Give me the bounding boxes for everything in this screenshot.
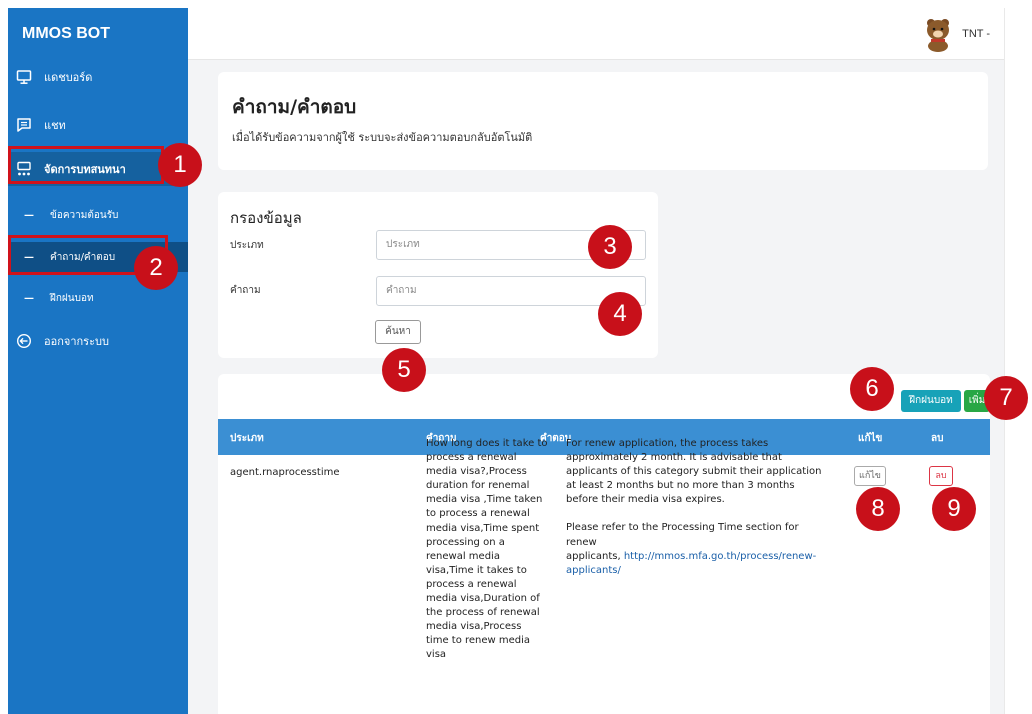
- sidebar-item-dashboard[interactable]: แดชบอร์ด: [8, 60, 188, 94]
- dash-icon: —: [24, 292, 34, 304]
- annotation-badge: 5: [382, 348, 426, 392]
- sidebar-subitem-label: ฝึกฝนบอท: [50, 292, 94, 304]
- train-bot-button[interactable]: ฝึกฝนบอท: [901, 390, 961, 412]
- sidebar-item-logout[interactable]: ออกจากระบบ: [8, 324, 188, 358]
- monitor-icon: [16, 69, 32, 85]
- column-header: แก้ไข: [858, 433, 883, 444]
- search-button[interactable]: ค้นหา: [375, 320, 421, 344]
- text-line: For renew application, the process takes: [566, 438, 769, 449]
- user-name: TNT -: [962, 28, 990, 40]
- brand-title: MMOS BOT: [22, 25, 110, 42]
- text-line: visa: [426, 649, 447, 661]
- text-line: time to renew media: [426, 635, 531, 647]
- text-line: at least 2 months but no more than 3 mon…: [566, 480, 795, 492]
- delete-button[interactable]: ลบ: [929, 466, 953, 486]
- text-line: How long does it take to: [426, 438, 548, 449]
- cell-question: How long does it take to process a renewa…: [426, 437, 551, 663]
- sidebar: MMOS BOT แดชบอร์ด แชท จัดการบทสนทนา — ข้…: [8, 8, 188, 714]
- page-description: เมื่อได้รับข้อความจากผู้ใช้ ระบบจะส่งข้อ…: [232, 131, 533, 144]
- table-card: ฝึกฝนบอท เพิ่ม ประเภท คำถาม คำตอบ แก้ไข …: [218, 374, 990, 714]
- sidebar-subitem-welcome[interactable]: — ข้อความต้อนรับ: [8, 200, 188, 230]
- chat-icon: [16, 117, 32, 133]
- answer-reference: Please refer to the Processing Time sect…: [566, 521, 846, 577]
- text-line: process a renewal: [426, 578, 517, 590]
- annotation-badge: 4: [598, 292, 642, 336]
- text-line: media visa ,Time taken: [426, 494, 543, 506]
- type-label: ประเภท: [230, 240, 264, 251]
- sidebar-item-label: แดชบอร์ด: [44, 71, 93, 84]
- text-line: process a renewal: [426, 452, 517, 464]
- avatar: [927, 19, 950, 52]
- text-line: the process of renewal: [426, 607, 540, 619]
- column-header: ประเภท: [230, 433, 264, 444]
- column-header: ลบ: [931, 433, 944, 444]
- text-line: applicants,: [566, 550, 621, 562]
- text-line: Please refer to the Processing Time sect…: [566, 522, 799, 534]
- text-line: duration for renemal: [426, 480, 530, 492]
- page-title: คำถาม/คำตอบ: [232, 96, 357, 118]
- text-line: media visa?,Process: [426, 466, 527, 478]
- edit-button[interactable]: แก้ไข: [854, 466, 886, 486]
- text-line: renewal media: [426, 550, 500, 562]
- cell-type: agent.rnaprocesstime: [230, 467, 340, 478]
- text-line: approximately 2 month. It is advisable t…: [566, 452, 782, 464]
- topbar: TNT -: [188, 8, 1004, 60]
- filter-title: กรองข้อมูล: [230, 209, 302, 227]
- text-line: to process a renewal: [426, 508, 530, 520]
- text-line: media visa,Time spent: [426, 522, 540, 534]
- text-line: before their media visa expires.: [566, 494, 725, 506]
- annotation-badge: 2: [134, 246, 178, 290]
- answer-text: For renew application, the process takes…: [566, 437, 846, 507]
- annotation-badge: 7: [984, 376, 1028, 420]
- annotation-badge: 8: [856, 487, 900, 531]
- logout-icon: [16, 333, 32, 349]
- page-header-card: คำถาม/คำตอบ เมื่อได้รับข้อความจากผู้ใช้ …: [218, 72, 988, 170]
- sidebar-item-label: ออกจากระบบ: [44, 335, 109, 348]
- annotation-badge: 6: [850, 367, 894, 411]
- user-menu[interactable]: TNT -: [922, 16, 990, 52]
- sidebar-item-chat[interactable]: แชท: [8, 108, 188, 142]
- cell-answer: For renew application, the process takes…: [566, 437, 846, 578]
- annotation-badge: 9: [932, 487, 976, 531]
- dash-icon: —: [24, 209, 34, 221]
- scrollbar[interactable]: [1004, 8, 1032, 714]
- filter-card: กรองข้อมูล ประเภท ประเภท คำถาม คำถาม ค้น…: [218, 192, 658, 358]
- annotation-badge: 3: [588, 225, 632, 269]
- annotation-badge: 1: [158, 143, 202, 187]
- answer-link[interactable]: applicants/: [566, 564, 846, 578]
- answer-link[interactable]: http://mmos.mfa.go.th/process/renew-: [621, 551, 816, 562]
- text-line: applicants of this category submit their…: [566, 466, 822, 478]
- question-label: คำถาม: [230, 285, 261, 296]
- text-line: processing on a: [426, 536, 505, 548]
- text-line: media visa,Process: [426, 621, 522, 633]
- text-line: media visa,Duration of: [426, 593, 540, 605]
- highlight-box: [8, 146, 164, 184]
- text-line: visa,Time it takes to: [426, 564, 527, 576]
- sidebar-subitem-label: ข้อความต้อนรับ: [50, 209, 119, 221]
- text-line: renew: [566, 536, 597, 548]
- sidebar-item-label: แชท: [44, 119, 66, 132]
